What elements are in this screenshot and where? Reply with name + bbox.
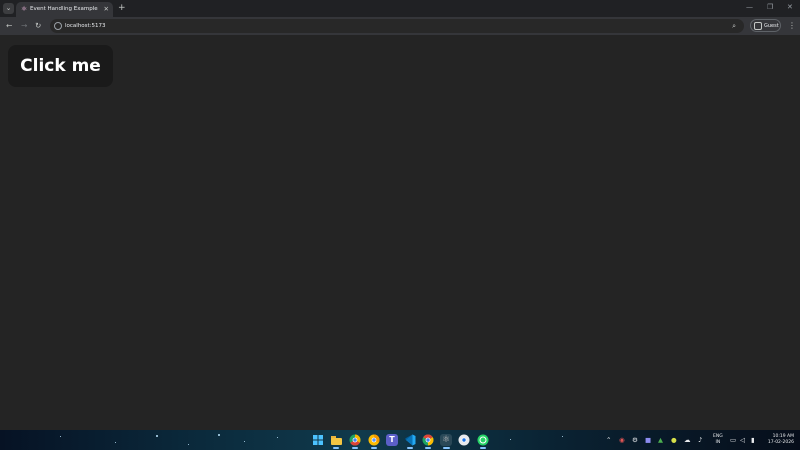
reload-button[interactable]: ↻ — [35, 21, 41, 31]
browser-toolbar: ← → ↻ localhost:5173 ⌕ Guest ⋮ — [0, 17, 800, 35]
file-explorer-icon[interactable] — [330, 434, 342, 446]
restore-window-button[interactable]: ❐ — [767, 2, 773, 13]
running-indicator — [407, 447, 413, 449]
back-button[interactable]: ← — [6, 21, 12, 31]
chrome-canary-icon[interactable] — [368, 434, 380, 446]
wallpaper-star — [115, 442, 116, 443]
nvidia-tray-icon[interactable]: ▲ — [658, 435, 663, 445]
new-tab-button[interactable]: + — [118, 3, 126, 13]
chrome-icon[interactable] — [422, 434, 434, 446]
teams-tray-icon[interactable]: ■ — [645, 435, 651, 445]
running-indicator — [480, 447, 486, 449]
battery-icon[interactable]: ▮ — [751, 435, 755, 445]
minimize-window-button[interactable]: — — [746, 2, 753, 13]
guest-profile-icon — [754, 22, 762, 30]
close-window-button[interactable]: ✕ — [787, 2, 793, 13]
page-viewport: Click me — [0, 35, 800, 430]
running-indicator — [425, 447, 431, 449]
wallpaper-star — [156, 435, 158, 437]
onedrive-cloud-icon[interactable]: ☁ — [684, 435, 691, 445]
tab-search-button[interactable]: ⌄ — [3, 3, 14, 14]
windows-start-icon[interactable] — [312, 434, 324, 446]
wallpaper-star — [562, 436, 563, 437]
chrome-dev-icon[interactable] — [349, 434, 361, 446]
close-tab-icon[interactable]: ✕ — [104, 5, 109, 13]
wallpaper-star — [188, 444, 189, 445]
address-url[interactable]: localhost:5173 — [65, 22, 106, 30]
zoom-icon[interactable]: ⌕ — [732, 21, 736, 31]
react-devtools-icon[interactable]: ⚛ — [440, 434, 452, 446]
whatsapp-icon[interactable] — [477, 434, 489, 446]
browser-tab-strip: ⌄ ⚛ Event Handling Example ✕ + — ❐ ✕ — [0, 0, 800, 17]
chrome-beta-icon[interactable] — [458, 434, 470, 446]
volume-icon[interactable]: ◁ — [740, 435, 745, 445]
wallpaper-star — [218, 434, 220, 436]
wallpaper-star — [510, 439, 511, 440]
profile-button[interactable]: Guest — [750, 19, 781, 32]
wallpaper-star — [277, 437, 278, 438]
forward-button[interactable]: → — [21, 21, 27, 31]
antivirus-tray-icon[interactable]: ◉ — [619, 435, 625, 445]
show-hidden-icons-chevron-icon[interactable]: ⌃ — [606, 435, 611, 445]
wallpaper-star — [244, 441, 245, 442]
browser-menu-icon[interactable]: ⋮ — [788, 21, 796, 31]
react-logo-icon: ⚛ — [21, 5, 28, 13]
running-indicator — [443, 447, 450, 449]
wallpaper-star — [60, 436, 61, 437]
running-indicator — [333, 447, 339, 449]
profile-label: Guest — [764, 23, 779, 29]
windows-taskbar: T ⚛ ⌃ ◉ ⚙ ■ ▲ ● ☁ ♪ ENG IN ▭ ◁ ▮ 10:19 A… — [0, 430, 800, 450]
teams-icon[interactable]: T — [386, 434, 398, 446]
network-icon[interactable]: ▭ — [730, 435, 736, 445]
settings-tray-icon[interactable]: ⚙ — [632, 435, 638, 445]
microphone-icon[interactable]: ♪ — [698, 435, 702, 445]
taskbar-clock[interactable]: 10:19 AM 17-02-2026 — [764, 434, 794, 446]
tab-title: Event Handling Example — [30, 6, 98, 12]
click-me-button[interactable]: Click me — [8, 45, 113, 87]
browser-tab-active[interactable]: ⚛ Event Handling Example ✕ — [16, 2, 113, 17]
lang-region: IN — [715, 440, 721, 445]
input-language-indicator[interactable]: ENG IN — [713, 434, 723, 446]
app-tray-icon[interactable]: ● — [671, 435, 677, 445]
clock-date: 17-02-2026 — [767, 440, 794, 445]
site-info-icon[interactable] — [54, 22, 62, 30]
vscode-icon[interactable] — [404, 434, 416, 446]
running-indicator — [371, 447, 377, 449]
address-bar[interactable]: localhost:5173 ⌕ — [50, 19, 744, 33]
running-indicator — [352, 447, 358, 449]
react-logo-icon: ⚛ — [441, 435, 451, 445]
